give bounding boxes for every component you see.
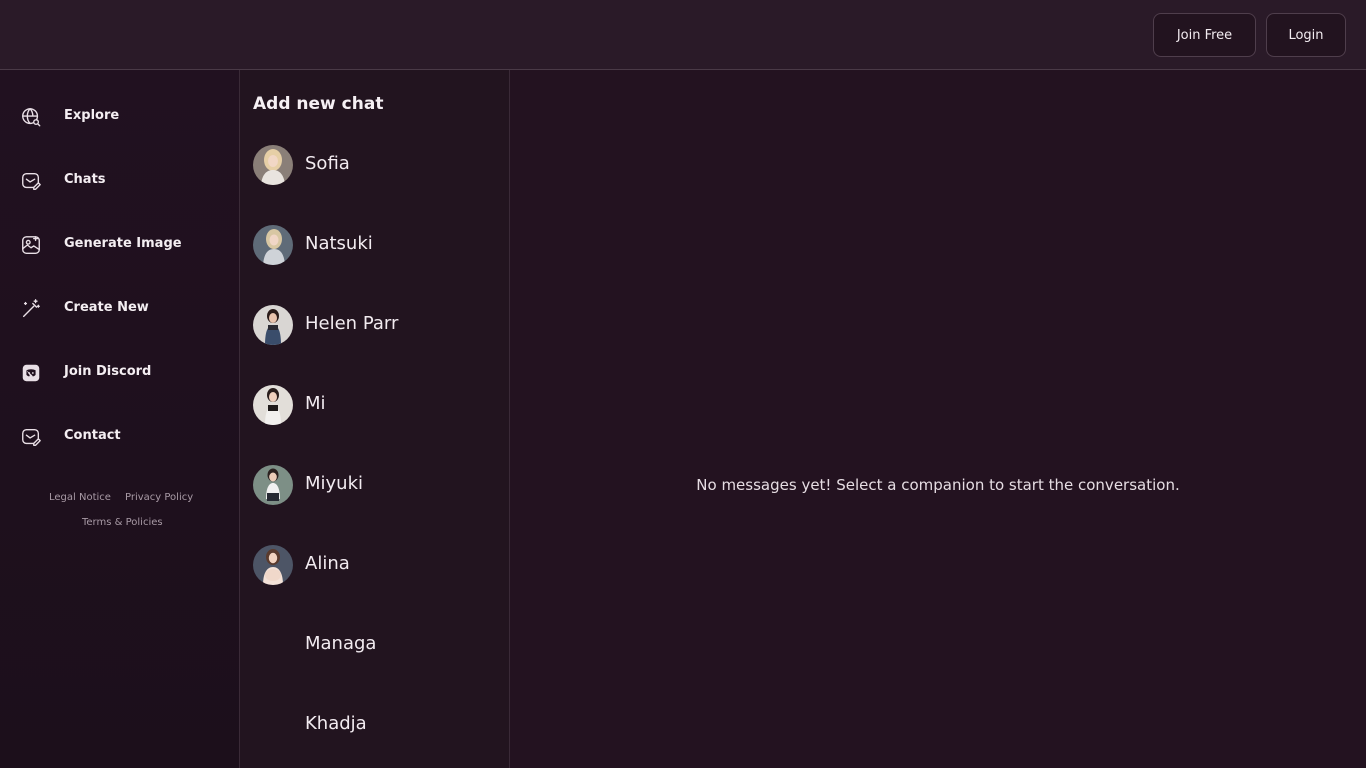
mail-edit-icon — [22, 428, 41, 446]
list-item[interactable]: Natsuki — [253, 223, 493, 267]
discord-icon — [22, 364, 40, 382]
sidebar-item-contact[interactable]: Contact — [20, 419, 220, 455]
companion-name: Miyuki — [305, 473, 364, 494]
sidebar: Explore Chats Generate Image Create New — [0, 70, 240, 768]
join-free-button[interactable]: Join Free — [1153, 13, 1256, 57]
list-item[interactable]: Sofia — [253, 143, 493, 187]
avatar — [253, 305, 293, 345]
top-bar: Join Free Login — [0, 0, 1366, 70]
sidebar-item-label: Contact — [64, 428, 121, 443]
list-item[interactable]: Miyuki — [253, 463, 493, 507]
chat-panel: No messages yet! Select a companion to s… — [510, 70, 1366, 768]
companion-name: Sofia — [305, 153, 350, 174]
add-new-chat-title: Add new chat — [253, 94, 384, 114]
sidebar-item-label: Chats — [64, 172, 106, 187]
list-item[interactable]: Helen Parr — [253, 303, 493, 347]
login-button[interactable]: Login — [1266, 13, 1346, 57]
sidebar-item-explore[interactable]: Explore — [20, 99, 220, 135]
terms-policies-link[interactable]: Terms & Policies — [82, 517, 163, 528]
sidebar-item-label: Explore — [64, 108, 120, 123]
companion-name: Helen Parr — [305, 313, 399, 334]
companion-list: Add new chat Sofia Natsuki Helen Parr Mi… — [240, 70, 510, 768]
empty-state-message: No messages yet! Select a companion to s… — [696, 476, 1180, 494]
companion-name: Mi — [305, 393, 326, 414]
chat-edit-icon — [22, 172, 41, 190]
companion-name: Alina — [305, 553, 350, 574]
globe-search-icon — [22, 108, 41, 127]
avatar — [253, 545, 293, 585]
privacy-policy-link[interactable]: Privacy Policy — [125, 492, 193, 503]
sidebar-item-chats[interactable]: Chats — [20, 163, 220, 199]
list-item[interactable]: Mi — [253, 383, 493, 427]
list-item[interactable]: Khadja — [253, 703, 493, 747]
list-item[interactable]: Alina — [253, 543, 493, 587]
companion-name: Natsuki — [305, 233, 373, 254]
companion-name: Managa — [305, 633, 377, 654]
legal-notice-link[interactable]: Legal Notice — [49, 492, 111, 503]
avatar — [253, 225, 293, 265]
sidebar-item-join-discord[interactable]: Join Discord — [20, 355, 220, 391]
sidebar-item-label: Generate Image — [64, 236, 182, 251]
sidebar-item-create-new[interactable]: Create New — [20, 291, 220, 327]
sidebar-item-label: Create New — [64, 300, 149, 315]
sidebar-item-generate-image[interactable]: Generate Image — [20, 227, 220, 263]
avatar — [253, 145, 293, 185]
image-generate-icon — [22, 236, 40, 254]
companion-name: Khadja — [305, 713, 367, 734]
magic-wand-icon — [22, 299, 40, 318]
avatar — [253, 465, 293, 505]
sidebar-item-label: Join Discord — [64, 364, 152, 379]
list-item[interactable]: Managa — [253, 623, 493, 667]
avatar — [253, 385, 293, 425]
